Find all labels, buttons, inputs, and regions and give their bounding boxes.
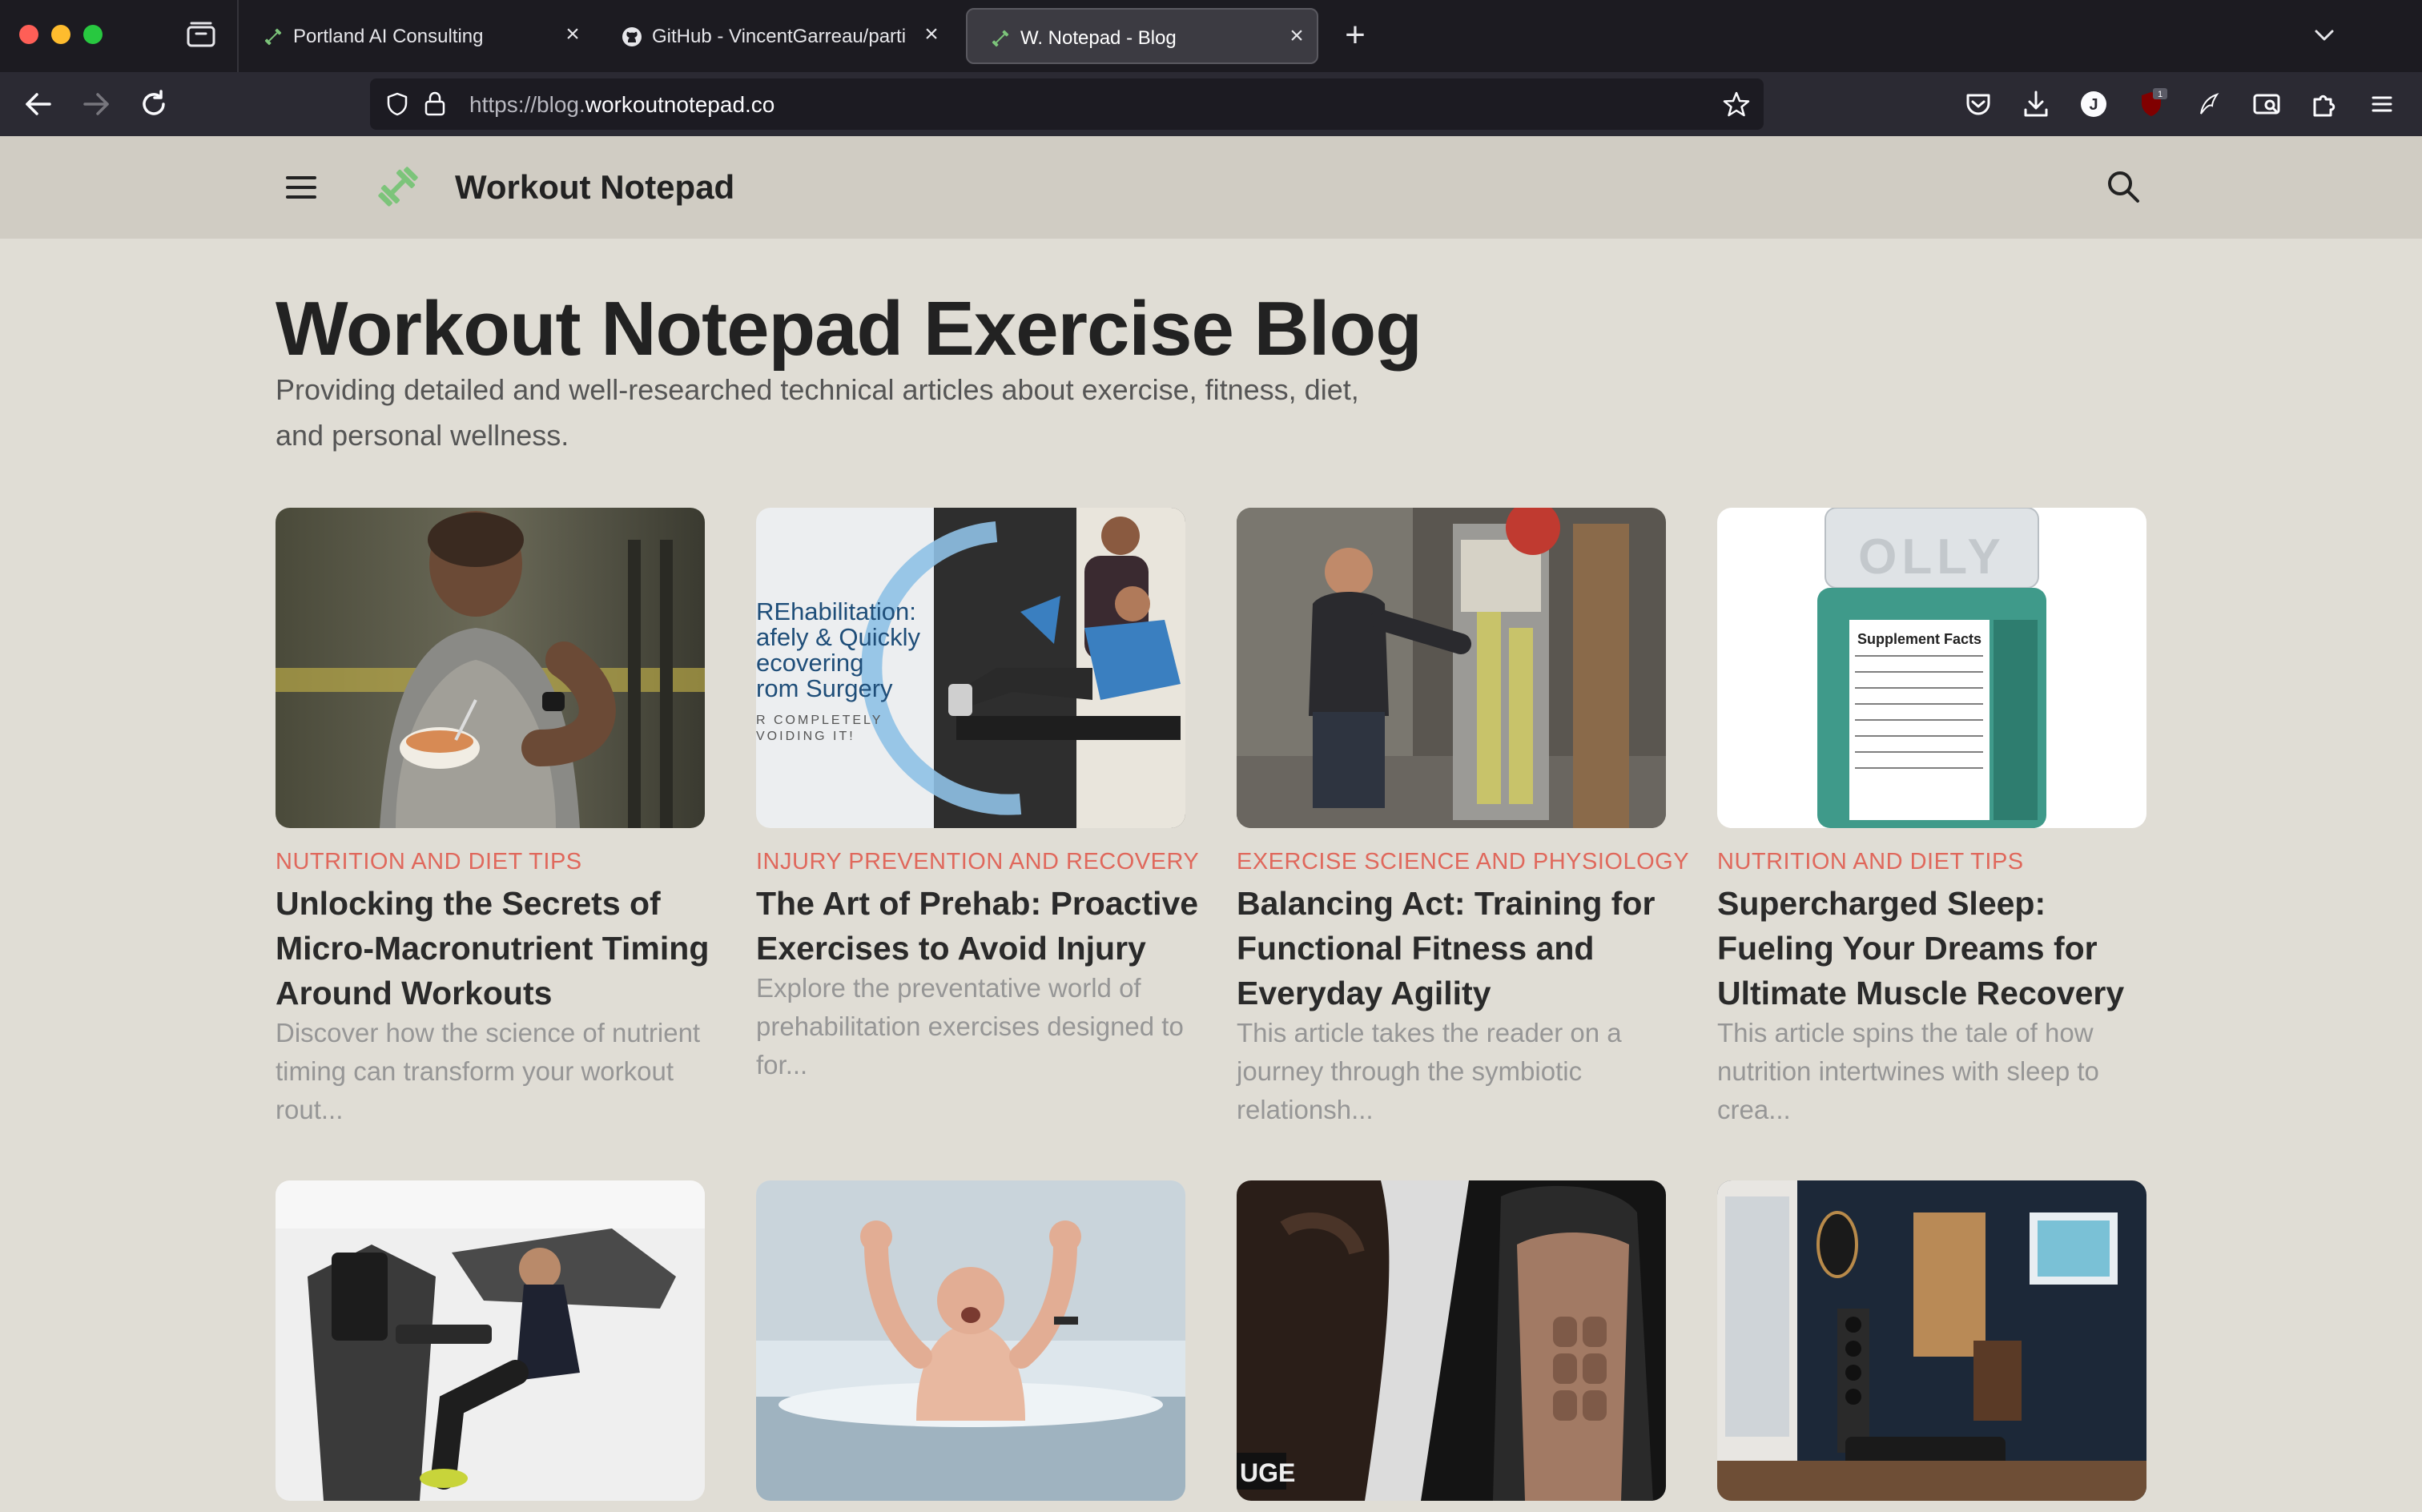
maximize-window-button[interactable] [83,25,103,44]
image-caption: REhabilitation: [756,597,916,625]
tab-strip: Portland AI Consulting × GitHub - Vincen… [0,0,2422,72]
post-title[interactable]: The Art of Prehab: Proactive Exercises t… [756,881,1205,971]
post-image[interactable] [1717,1180,2146,1501]
chevron-down-icon[interactable] [2310,21,2339,50]
site-title[interactable]: Workout Notepad [455,168,734,207]
forward-arrow-icon[interactable] [78,86,114,122]
dumbbell-logo-icon[interactable] [375,163,421,210]
tab-divider [237,0,239,72]
screenshot-icon[interactable] [2251,88,2283,120]
minimize-window-button[interactable] [51,25,70,44]
reload-icon[interactable] [136,86,171,122]
image-caption: OLLY [1858,529,2006,585]
home-gym-room-image [1717,1180,2146,1501]
site-header: Workout Notepad [0,136,2422,239]
post-excerpt: Explore the preventative world of prehab… [756,973,1184,1080]
post-image[interactable]: OLLY Supplement Facts [1717,508,2146,828]
url-prefix: https://blog. [469,92,585,117]
post-image[interactable] [756,1180,1185,1501]
post-image[interactable]: REhabilitation: afely & Quickly ecoverin… [756,508,1185,828]
search-icon[interactable] [2105,168,2142,205]
post-title[interactable]: Supercharged Sleep: Fueling Your Dreams … [1717,881,2166,1015]
post-title[interactable]: Balancing Act: Training for Functional F… [1237,881,1685,1015]
post-title[interactable]: Unlocking the Secrets of Micro-Macronutr… [276,881,724,1015]
post-excerpt: Discover how the science of nutrient tim… [276,1018,701,1124]
pocket-icon[interactable] [1962,88,1994,120]
post-category[interactable]: NUTRITION AND DIET TIPS [276,849,582,875]
image-caption: rom Surgery [756,674,893,702]
profile-initial: J [2089,96,2098,114]
post-image[interactable] [276,1180,705,1501]
ice-bath-man-image [756,1180,1185,1501]
close-window-button[interactable] [19,25,38,44]
post-excerpt: This article takes the reader on a journ… [1237,1018,1622,1124]
image-caption: Supplement Facts [1857,631,1981,647]
lock-icon[interactable] [423,90,447,117]
extension-icon[interactable] [2193,88,2225,120]
image-caption: ecovering [756,649,863,677]
tab-title: Portland AI Consulting [293,26,484,47]
ublock-icon[interactable]: 1 [2135,88,2167,120]
olly-supplement-bottle-image: OLLY Supplement Facts [1717,508,2146,828]
woman-cable-machine-image [1237,508,1666,828]
woman-exercise-bike-image [276,1180,705,1501]
tab-workout-notepad[interactable]: W. Notepad - Blog × [966,8,1318,64]
new-tab-button[interactable]: + [1339,18,1371,53]
navigation-toolbar: https://blog.workoutnotepad.co J 1 [0,72,2422,136]
extensions-puzzle-icon[interactable] [2308,88,2340,120]
hamburger-menu-icon[interactable] [285,175,317,200]
close-tab-icon[interactable]: × [919,22,943,46]
url-text[interactable]: https://blog.workoutnotepad.co [469,92,774,118]
back-arrow-icon[interactable] [21,86,56,122]
profile-icon[interactable]: J [2078,88,2110,120]
close-tab-icon[interactable]: × [561,22,585,46]
url-bar[interactable]: https://blog.workoutnotepad.co [370,78,1764,130]
tab-title: W. Notepad - Blog [1020,27,1177,49]
tab-title: GitHub - VincentGarreau/particles [652,26,907,47]
man-eating-bowl-image [276,508,705,828]
page-description: Providing detailed and well-researched t… [276,373,1359,452]
image-caption: UGE [1240,1458,1295,1487]
close-tab-icon[interactable]: × [1285,24,1309,48]
image-caption: R COMPLETELY [756,714,883,727]
post-image[interactable]: UGE [1237,1180,1666,1501]
tab-portland-ai[interactable]: Portland AI Consulting × [240,8,593,64]
ublock-badge: 1 [2158,90,2162,99]
url-host: workoutnotepad.co [585,92,775,117]
github-icon [622,27,642,46]
post-category[interactable]: NUTRITION AND DIET TIPS [1717,849,2024,875]
menu-icon[interactable] [2366,88,2398,120]
post-category[interactable]: EXERCISE SCIENCE AND PHYSIOLOGY [1237,849,1689,875]
post-excerpt: This article spins the tale of how nutri… [1717,1018,2099,1124]
muscular-abs-image: UGE [1237,1180,1666,1501]
shield-icon[interactable] [384,91,410,117]
browser-chrome: Portland AI Consulting × GitHub - Vincen… [0,0,2422,136]
post-image[interactable] [1237,508,1666,828]
image-caption: VOIDING IT! [756,730,855,743]
dumbbell-icon [264,28,282,46]
post-category[interactable]: INJURY PREVENTION AND RECOVERY [756,849,1199,875]
post-image[interactable] [276,508,705,828]
bookmark-star-icon[interactable] [1722,90,1751,119]
image-caption: afely & Quickly [756,623,921,651]
page-title: Workout Notepad Exercise Blog [276,286,1422,372]
prehab-leg-press-image: REhabilitation: afely & Quickly ecoverin… [756,508,1185,828]
tab-overview-icon[interactable] [186,21,216,48]
tab-github[interactable]: GitHub - VincentGarreau/particles × [599,8,952,64]
download-icon[interactable] [2020,88,2052,120]
dumbbell-icon [992,30,1009,47]
